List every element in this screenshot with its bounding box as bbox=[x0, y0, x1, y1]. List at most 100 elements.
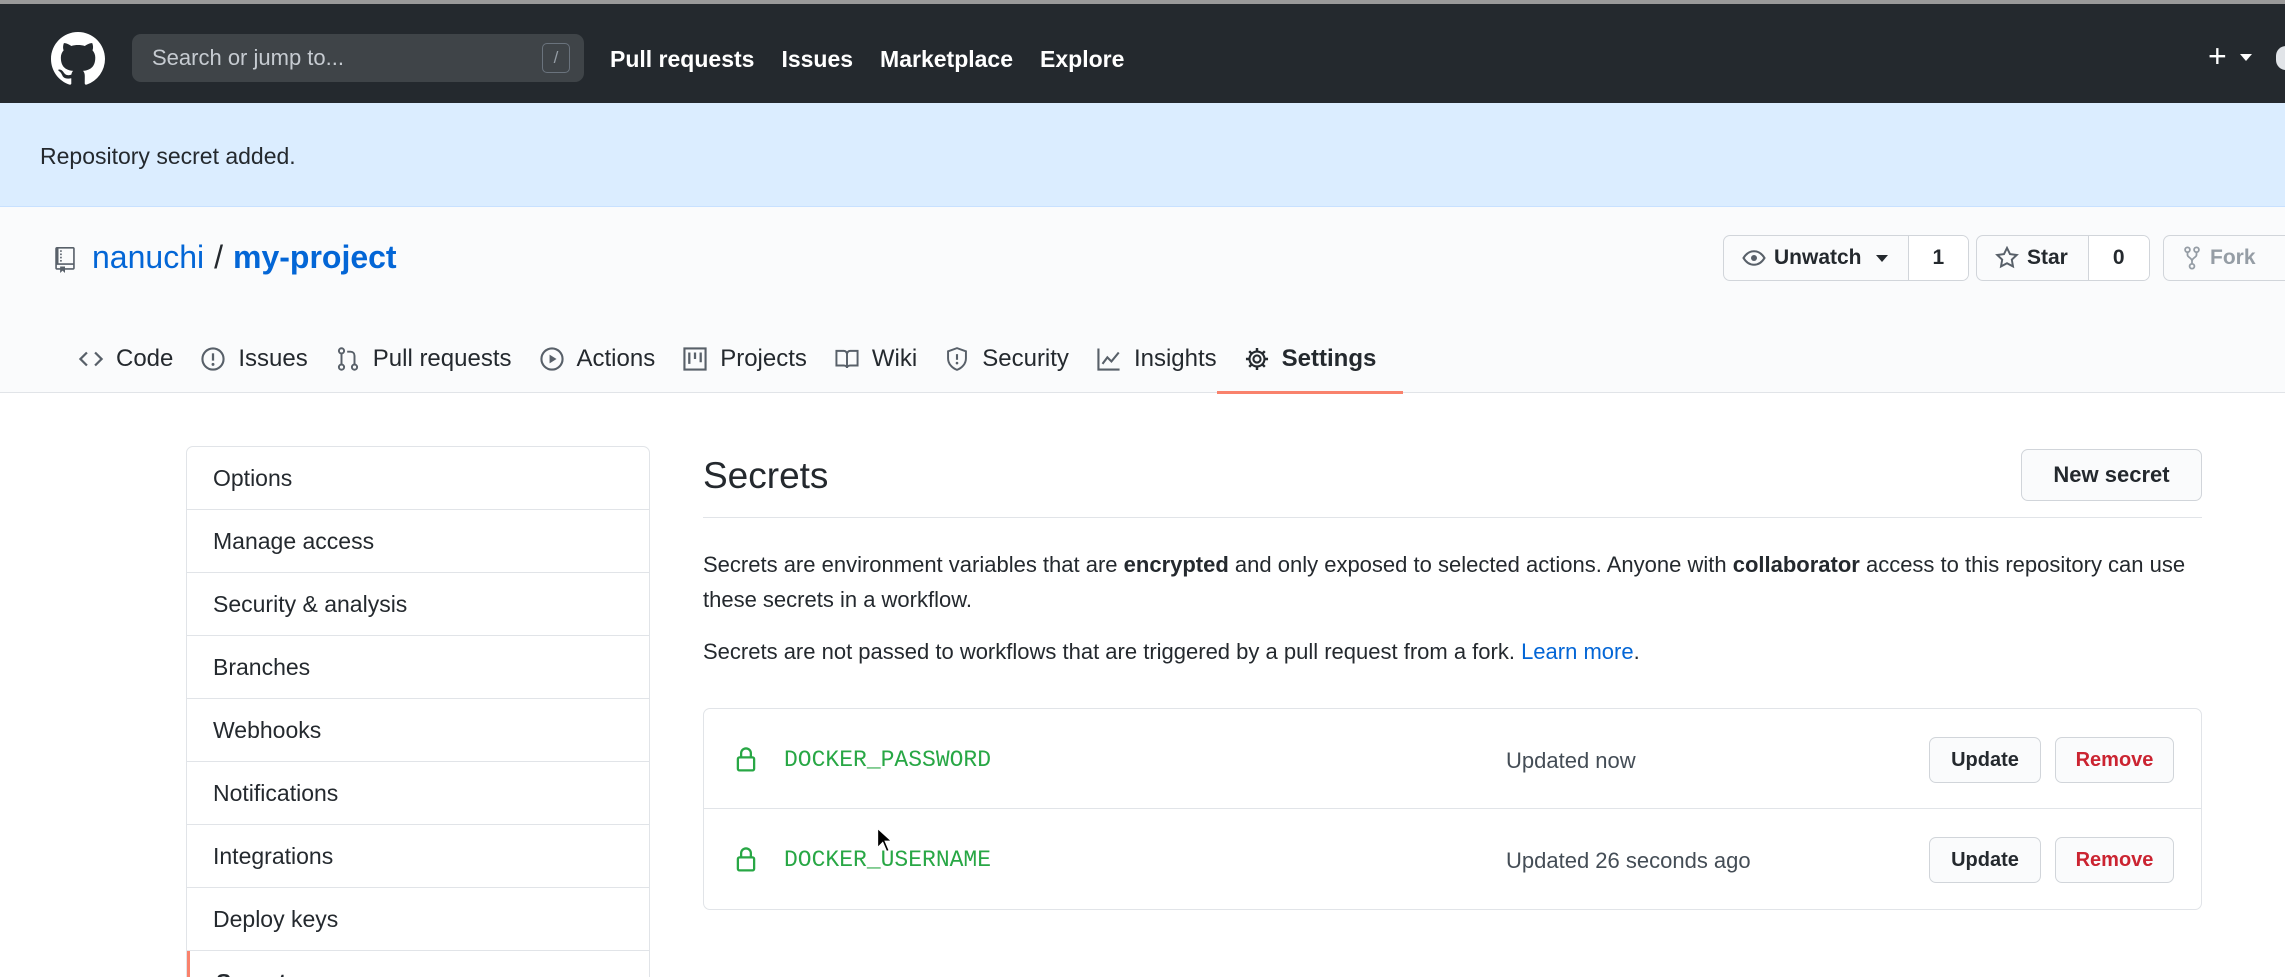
global-header: Search or jump to... / Pull requests Iss… bbox=[0, 0, 2285, 103]
avatar[interactable] bbox=[2276, 46, 2285, 70]
sidebar-item-label: Deploy keys bbox=[213, 905, 339, 932]
search-input[interactable]: Search or jump to... / bbox=[132, 34, 584, 82]
code-icon bbox=[78, 351, 104, 367]
caret-down-icon bbox=[1875, 254, 1888, 262]
fork-note-text: Secrets are not passed to workflows that… bbox=[703, 639, 1522, 664]
tab-label: Settings bbox=[1281, 345, 1377, 372]
sidebar-item-branches[interactable]: Branches bbox=[187, 636, 649, 699]
nav-marketplace[interactable]: Marketplace bbox=[880, 46, 1013, 73]
repo-separator: / bbox=[214, 239, 223, 275]
fork-button[interactable]: Fork bbox=[2164, 236, 2276, 280]
tab-code[interactable]: Code bbox=[78, 325, 200, 393]
watch-count[interactable]: 1 bbox=[1908, 236, 1969, 280]
secret-updated-time: Updated now bbox=[1506, 748, 1636, 773]
repo-owner-link[interactable]: nanuchi bbox=[92, 239, 204, 276]
repo-icon bbox=[55, 247, 75, 273]
repo-name-link[interactable]: my-project bbox=[233, 239, 397, 276]
new-secret-button[interactable]: New secret bbox=[2021, 449, 2202, 501]
nav-explore[interactable]: Explore bbox=[1040, 46, 1124, 73]
description-text: and only exposed to selected actions. An… bbox=[1228, 552, 1733, 577]
search-placeholder: Search or jump to... bbox=[152, 45, 344, 70]
settings-sidebar: Options Manage access Security & analysi… bbox=[186, 446, 650, 977]
tab-projects[interactable]: Projects bbox=[682, 325, 834, 393]
create-new-icon[interactable]: + bbox=[2208, 40, 2227, 72]
graph-icon bbox=[1097, 348, 1120, 371]
gear-icon bbox=[1245, 347, 1268, 371]
nav-issues[interactable]: Issues bbox=[781, 46, 853, 73]
update-secret-button[interactable]: Update bbox=[1929, 737, 2041, 783]
tab-wiki[interactable]: Wiki bbox=[834, 325, 944, 393]
tab-settings[interactable]: Settings bbox=[1216, 325, 1404, 394]
sidebar-item-secrets[interactable]: Secrets bbox=[187, 951, 649, 977]
unwatch-button[interactable]: Unwatch bbox=[1724, 236, 1909, 280]
secrets-description: Secrets are environment variables that a… bbox=[703, 547, 2202, 617]
sidebar-item-deploy-keys[interactable]: Deploy keys bbox=[187, 888, 649, 951]
sidebar-item-manage-access[interactable]: Manage access bbox=[187, 510, 649, 573]
lock-icon bbox=[736, 847, 756, 872]
page-title: Secrets bbox=[703, 455, 829, 496]
book-icon bbox=[835, 349, 859, 369]
sidebar-item-label: Options bbox=[213, 464, 293, 491]
sidebar-item-label: Notifications bbox=[213, 779, 339, 806]
lock-icon bbox=[736, 747, 756, 772]
project-icon bbox=[683, 347, 707, 371]
sidebar-item-webhooks[interactable]: Webhooks bbox=[187, 699, 649, 762]
tab-insights[interactable]: Insights bbox=[1096, 325, 1244, 393]
fork-label: Fork bbox=[2210, 246, 2256, 269]
star-button[interactable]: Star bbox=[1977, 236, 2089, 280]
star-count[interactable]: 0 bbox=[2088, 236, 2149, 280]
tab-issues[interactable]: Issues bbox=[200, 325, 334, 393]
tab-pull-requests[interactable]: Pull requests bbox=[335, 325, 539, 393]
tab-label: Actions bbox=[576, 345, 656, 372]
flash-banner: Repository secret added. bbox=[0, 103, 2285, 207]
secret-name: DOCKER_PASSWORD bbox=[784, 747, 992, 773]
repo-tabs: Code Issues Pull requests Actions Projec… bbox=[78, 325, 1404, 394]
tab-label: Wiki bbox=[871, 345, 918, 372]
sidebar-item-label: Webhooks bbox=[213, 716, 322, 743]
update-secret-button[interactable]: Update bbox=[1929, 837, 2041, 883]
nav-pull-requests[interactable]: Pull requests bbox=[610, 46, 754, 73]
unwatch-label: Unwatch bbox=[1774, 246, 1862, 269]
sidebar-item-label: Security & analysis bbox=[213, 590, 408, 617]
secret-updated-time: Updated 26 seconds ago bbox=[1506, 848, 1751, 873]
sidebar-item-label: Integrations bbox=[213, 842, 334, 869]
issue-icon bbox=[201, 347, 225, 371]
remove-secret-button[interactable]: Remove bbox=[2055, 837, 2174, 883]
divider bbox=[703, 517, 2202, 518]
sidebar-item-label: Secrets bbox=[216, 969, 299, 977]
repo-header: nanuchi / my-project Unwatch 1 Star 0 Fo… bbox=[0, 207, 2285, 394]
tab-actions[interactable]: Actions bbox=[539, 325, 683, 393]
fork-icon bbox=[2184, 246, 2200, 270]
sidebar-item-label: Manage access bbox=[213, 527, 375, 554]
repo-title: nanuchi / my-project bbox=[92, 239, 397, 276]
sidebar-item-label: Branches bbox=[213, 653, 311, 680]
search-shortcut-key: / bbox=[542, 43, 570, 73]
watch-button-group: Unwatch 1 bbox=[1723, 235, 1970, 281]
tab-label: Pull requests bbox=[372, 345, 512, 372]
description-bold: encrypted bbox=[1123, 552, 1229, 577]
list-item: DOCKER_USERNAME Updated 26 seconds ago U… bbox=[704, 809, 2201, 909]
flash-message: Repository secret added. bbox=[40, 143, 296, 169]
sidebar-item-integrations[interactable]: Integrations bbox=[187, 825, 649, 888]
secrets-list: DOCKER_PASSWORD Updated now Update Remov… bbox=[703, 708, 2202, 910]
create-new-caret-icon[interactable] bbox=[2240, 54, 2252, 61]
sidebar-item-notifications[interactable]: Notifications bbox=[187, 762, 649, 825]
description-text: Secrets are environment variables that a… bbox=[703, 552, 1124, 577]
tab-label: Security bbox=[982, 345, 1069, 372]
pull-request-icon bbox=[337, 347, 358, 371]
sidebar-item-security-analysis[interactable]: Security & analysis bbox=[187, 573, 649, 636]
learn-more-link[interactable]: Learn more bbox=[1521, 639, 1634, 664]
tab-security[interactable]: Security bbox=[944, 325, 1096, 393]
shield-icon bbox=[947, 347, 968, 371]
tab-label: Projects bbox=[720, 345, 807, 372]
star-button-group: Star 0 bbox=[1976, 235, 2150, 281]
description-bold: collaborator bbox=[1732, 552, 1860, 577]
sidebar-item-options[interactable]: Options bbox=[187, 447, 649, 510]
eye-icon bbox=[1742, 250, 1766, 266]
tab-label: Issues bbox=[238, 345, 308, 372]
remove-secret-button[interactable]: Remove bbox=[2055, 737, 2174, 783]
list-item: DOCKER_PASSWORD Updated now Update Remov… bbox=[704, 709, 2201, 809]
github-logo-icon[interactable] bbox=[51, 32, 105, 86]
star-icon bbox=[1995, 246, 2019, 269]
mouse-cursor-icon bbox=[876, 827, 892, 853]
